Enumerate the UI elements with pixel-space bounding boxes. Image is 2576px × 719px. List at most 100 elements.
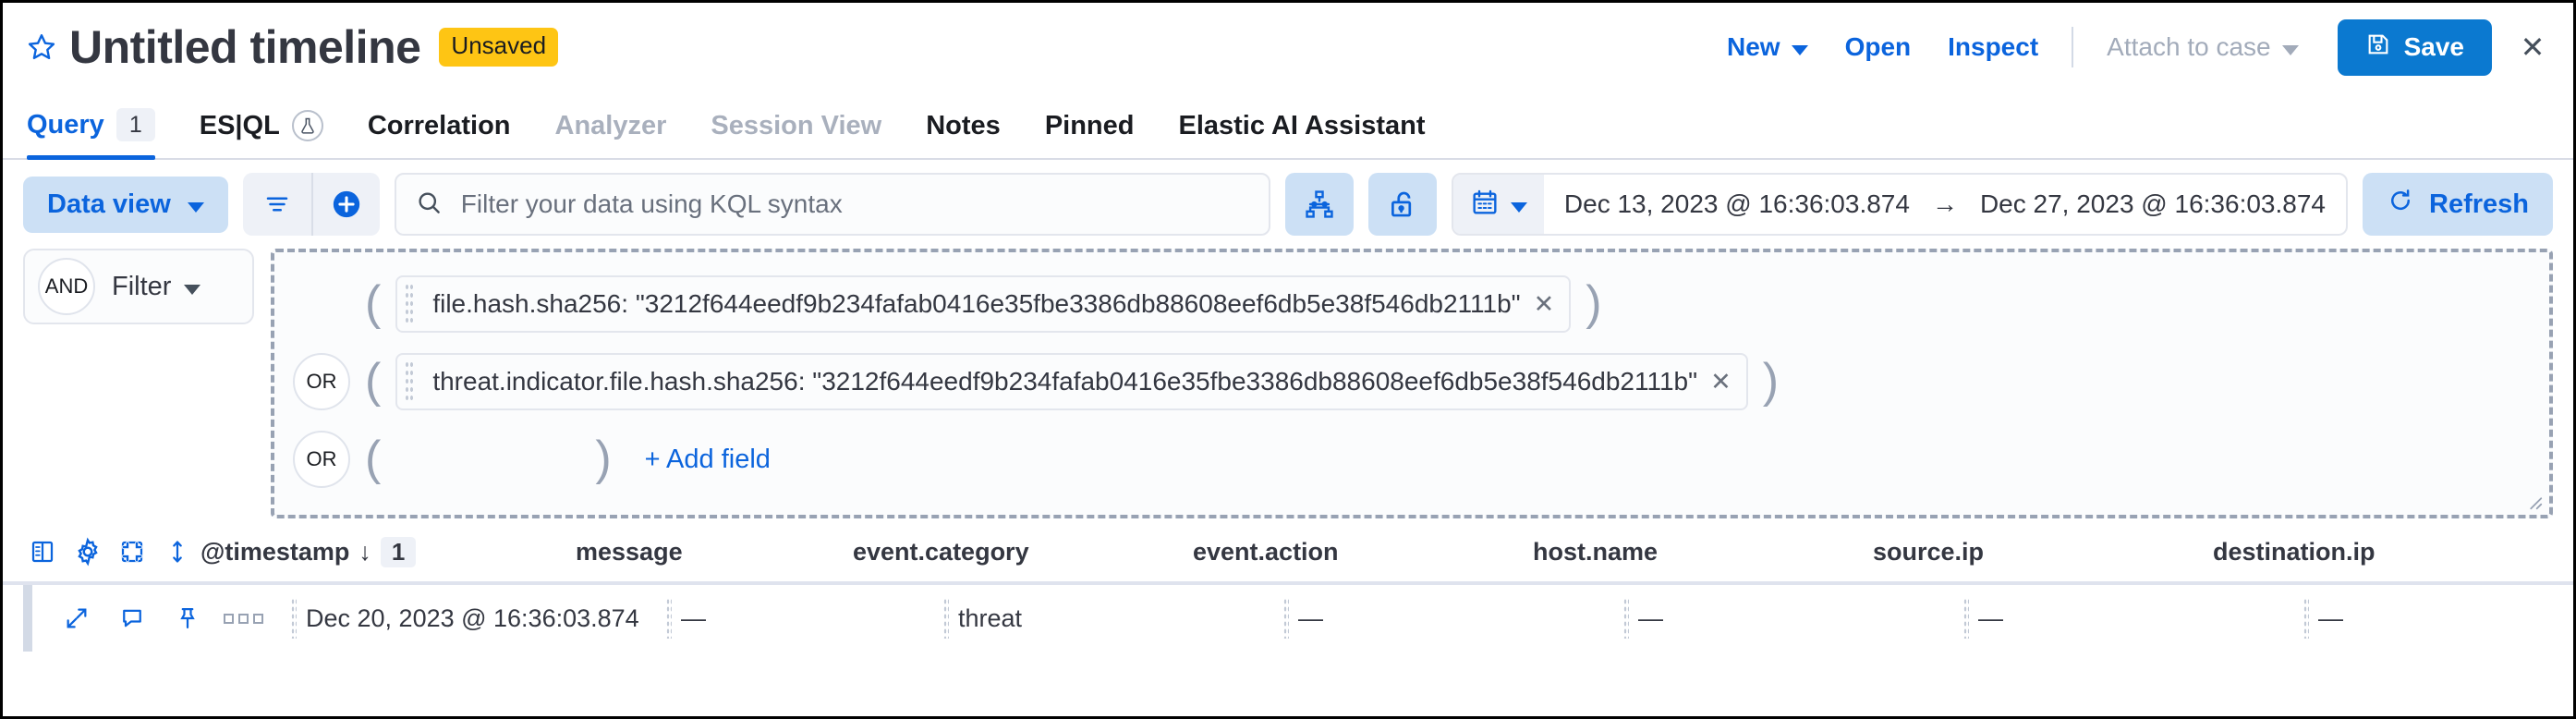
- filter-tools-group: [242, 173, 380, 236]
- cell-event-action-value: —: [1298, 603, 1323, 632]
- attach-to-case-label: Attach to case: [2107, 32, 2271, 61]
- tab-esql-label: ES|QL: [199, 110, 280, 140]
- conjunction-or-badge[interactable]: OR: [293, 431, 350, 488]
- comment-icon[interactable]: [104, 591, 160, 646]
- conjunction-or-badge[interactable]: OR: [293, 353, 350, 410]
- attach-to-case-button[interactable]: Attach to case: [2088, 25, 2316, 69]
- table-row[interactable]: Dec 20, 2023 @ 16:36:03.874 — threat — —…: [23, 585, 2573, 652]
- unlock-icon[interactable]: [1367, 173, 1437, 236]
- tab-correlation[interactable]: Correlation: [346, 111, 533, 158]
- close-icon[interactable]: ✕: [2516, 30, 2549, 65]
- add-field-button[interactable]: + Add field: [645, 445, 771, 475]
- expand-icon[interactable]: [49, 591, 104, 646]
- cell-event-category-value: threat: [958, 603, 1023, 632]
- cell-host-name-value: —: [1638, 603, 1663, 632]
- date-range-picker[interactable]: Dec 13, 2023 @ 16:36:03.874 → Dec 27, 20…: [1451, 173, 2348, 236]
- status-badge: Unsaved: [439, 28, 559, 67]
- date-start[interactable]: Dec 13, 2023 @ 16:36:03.874: [1564, 189, 1910, 219]
- cell-destination-ip-value: —: [2318, 603, 2343, 632]
- cell-divider-icon: [1283, 598, 1289, 639]
- new-button[interactable]: New: [1708, 25, 1827, 69]
- tab-elastic-ai-assistant[interactable]: Elastic AI Assistant: [1156, 111, 1447, 158]
- filter-pill-text: file.hash.sha256: "3212f644eedf9b234fafa…: [432, 289, 1521, 318]
- columns-icon[interactable]: [23, 528, 63, 576]
- tab-session-view[interactable]: Session View: [688, 111, 904, 158]
- chevron-down-icon: [184, 284, 201, 295]
- search-input[interactable]: [458, 189, 1250, 220]
- inspect-button[interactable]: Inspect: [1929, 25, 2057, 69]
- chevron-down-icon: [1510, 201, 1527, 213]
- save-disk-icon: [2365, 31, 2391, 64]
- tab-analyzer[interactable]: Analyzer: [533, 111, 689, 158]
- builder-row: ( file.hash.sha256: "3212f644eedf9b234fa…: [293, 265, 2531, 343]
- tab-query[interactable]: Query 1: [23, 108, 177, 160]
- filter-conjunction-control[interactable]: AND Filter: [23, 249, 254, 324]
- cell-divider-icon: [291, 598, 297, 639]
- builder-row: OR ( ) + Add field: [293, 420, 2531, 498]
- drag-handle-icon[interactable]: [405, 360, 415, 403]
- column-header-host-name[interactable]: host.name: [1533, 538, 1873, 567]
- open-button[interactable]: Open: [1827, 25, 1930, 69]
- more-dots: [223, 613, 263, 624]
- refresh-button[interactable]: Refresh: [2363, 173, 2553, 236]
- query-builder-panel: ( file.hash.sha256: "3212f644eedf9b234fa…: [271, 249, 2553, 518]
- cell-destination-ip[interactable]: —: [2303, 598, 2573, 639]
- filter-pill[interactable]: file.hash.sha256: "3212f644eedf9b234fafa…: [395, 275, 1572, 333]
- drag-handle-icon[interactable]: [405, 283, 415, 325]
- pin-icon[interactable]: [160, 591, 215, 646]
- cell-host-name[interactable]: —: [1623, 598, 1963, 639]
- chevron-down-icon: [2281, 44, 2299, 55]
- tab-notes[interactable]: Notes: [904, 111, 1023, 158]
- conjunction-and-badge[interactable]: AND: [38, 258, 95, 315]
- data-view-label: Data view: [47, 189, 171, 219]
- header-actions: New Open Inspect Attach to case Save ✕: [1708, 18, 2549, 76]
- tab-query-badge: 1: [115, 108, 155, 141]
- add-circle-icon[interactable]: [310, 173, 380, 236]
- sort-direction-icon[interactable]: ↓: [358, 538, 371, 567]
- tab-pinned[interactable]: Pinned: [1023, 111, 1157, 158]
- cell-event-action[interactable]: —: [1283, 598, 1623, 639]
- cell-event-category[interactable]: threat: [943, 598, 1283, 639]
- relationships-icon[interactable]: [1284, 173, 1354, 236]
- row-actions: [49, 591, 291, 646]
- cell-source-ip[interactable]: —: [1963, 598, 2303, 639]
- cell-timestamp-value: Dec 20, 2023 @ 16:36:03.874: [306, 603, 639, 632]
- filter-lines-icon[interactable]: [243, 173, 311, 236]
- column-header-event-action[interactable]: event.action: [1193, 538, 1533, 567]
- cell-timestamp[interactable]: Dec 20, 2023 @ 16:36:03.874: [291, 598, 666, 639]
- column-header-timestamp[interactable]: @timestamp ↓ 1: [200, 536, 576, 567]
- query-bar: Data view Filter your data using KQL syn…: [3, 160, 2573, 236]
- beaker-icon: [291, 110, 323, 141]
- remove-filter-icon[interactable]: ✕: [1710, 368, 1732, 396]
- cell-message-value: —: [681, 603, 706, 632]
- row-height-icon[interactable]: [158, 528, 198, 576]
- more-icon[interactable]: [215, 591, 271, 646]
- column-header-message[interactable]: message: [576, 538, 853, 567]
- calendar-icon: [1470, 188, 1500, 222]
- date-range-text[interactable]: Dec 13, 2023 @ 16:36:03.874 → Dec 27, 20…: [1544, 189, 2346, 219]
- save-button[interactable]: Save: [2337, 18, 2492, 76]
- search-box[interactable]: [394, 173, 1270, 236]
- calendar-dropdown-button[interactable]: [1452, 175, 1544, 234]
- search-icon: [415, 189, 443, 221]
- filter-dropdown[interactable]: Filter: [112, 272, 201, 302]
- resize-handle-icon[interactable]: [2523, 491, 2544, 511]
- cell-message[interactable]: —: [666, 598, 943, 639]
- column-header-timestamp-label: @timestamp: [200, 537, 350, 566]
- refresh-icon: [2387, 187, 2414, 222]
- tab-esql[interactable]: ES|QL: [177, 110, 346, 158]
- remove-filter-icon[interactable]: ✕: [1534, 290, 1555, 319]
- column-header-event-category[interactable]: event.category: [853, 538, 1193, 567]
- refresh-label: Refresh: [2429, 189, 2529, 219]
- fullscreen-icon[interactable]: [113, 528, 152, 576]
- favorite-star-icon[interactable]: [23, 29, 60, 66]
- gear-icon[interactable]: [68, 528, 108, 576]
- builder-row: OR ( threat.indicator.file.hash.sha256: …: [293, 343, 2531, 420]
- column-header-source-ip[interactable]: source.ip: [1873, 538, 2213, 567]
- page-title: Untitled timeline: [69, 21, 421, 73]
- filter-pill[interactable]: threat.indicator.file.hash.sha256: "3212…: [395, 353, 1748, 410]
- date-end[interactable]: Dec 27, 2023 @ 16:36:03.874: [1980, 189, 2326, 219]
- column-header-destination-ip[interactable]: destination.ip: [2213, 538, 2553, 567]
- data-view-selector[interactable]: Data view: [23, 176, 228, 233]
- close-paren: ): [595, 432, 612, 486]
